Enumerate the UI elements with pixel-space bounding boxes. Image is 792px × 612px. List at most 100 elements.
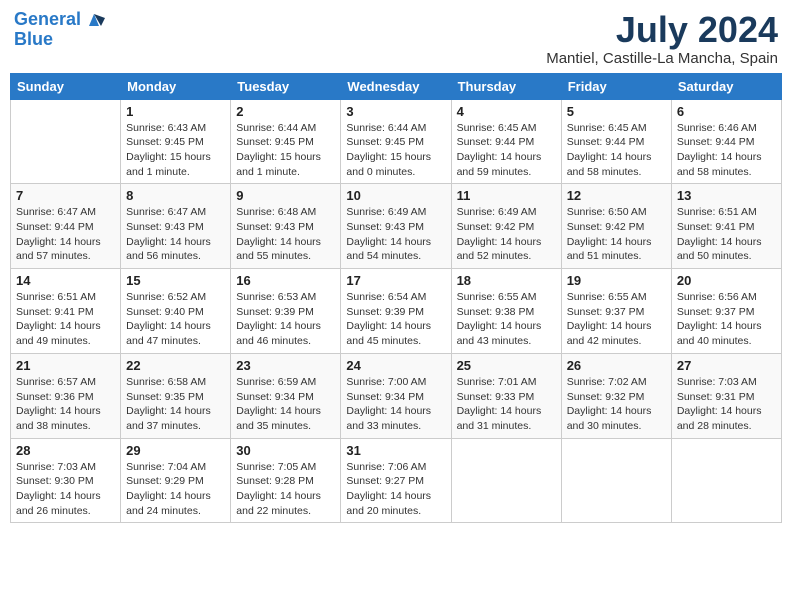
day-number: 20 — [677, 273, 776, 288]
calendar-body: 1 Sunrise: 6:43 AM Sunset: 9:45 PM Daylig… — [11, 99, 782, 523]
calendar-cell: 7Sunrise: 6:47 AM Sunset: 9:44 PM Daylig… — [11, 184, 121, 269]
cell-content: Sunrise: 7:02 AM Sunset: 9:32 PM Dayligh… — [567, 375, 666, 434]
calendar-week-5: 28 Sunrise: 7:03 AM Sunset: 9:30 PM Dayli… — [11, 438, 782, 523]
day-number: 9 — [236, 188, 335, 203]
calendar-cell: 24 Sunrise: 7:00 AM Sunset: 9:34 PM Dayli… — [341, 353, 451, 438]
day-number: 7 — [16, 188, 115, 203]
day-header-saturday: Saturday — [671, 73, 781, 99]
calendar-week-2: 7Sunrise: 6:47 AM Sunset: 9:44 PM Daylig… — [11, 184, 782, 269]
cell-content: Sunrise: 6:54 AM Sunset: 9:39 PM Dayligh… — [346, 290, 445, 349]
calendar-cell: 29 Sunrise: 7:04 AM Sunset: 9:29 PM Dayli… — [121, 438, 231, 523]
cell-content: Sunrise: 7:04 AM Sunset: 9:29 PM Dayligh… — [126, 460, 225, 519]
month-title: July 2024 — [546, 10, 778, 50]
calendar-cell: 20 Sunrise: 6:56 AM Sunset: 9:37 PM Dayli… — [671, 269, 781, 354]
cell-content: Sunrise: 6:49 AM Sunset: 9:43 PM Dayligh… — [346, 205, 445, 264]
day-number: 1 — [126, 104, 225, 119]
day-number: 24 — [346, 358, 445, 373]
calendar-cell: 27 Sunrise: 7:03 AM Sunset: 9:31 PM Dayli… — [671, 353, 781, 438]
day-number: 22 — [126, 358, 225, 373]
logo-blue: Blue — [14, 30, 53, 50]
calendar-cell: 15 Sunrise: 6:52 AM Sunset: 9:40 PM Dayli… — [121, 269, 231, 354]
cell-content: Sunrise: 6:53 AM Sunset: 9:39 PM Dayligh… — [236, 290, 335, 349]
calendar-cell: 6 Sunrise: 6:46 AM Sunset: 9:44 PM Daylig… — [671, 99, 781, 184]
calendar-cell: 5Sunrise: 6:45 AM Sunset: 9:44 PM Daylig… — [561, 99, 671, 184]
cell-content: Sunrise: 6:48 AM Sunset: 9:43 PM Dayligh… — [236, 205, 335, 264]
calendar-cell: 30 Sunrise: 7:05 AM Sunset: 9:28 PM Dayli… — [231, 438, 341, 523]
day-header-wednesday: Wednesday — [341, 73, 451, 99]
calendar-cell: 14Sunrise: 6:51 AM Sunset: 9:41 PM Dayli… — [11, 269, 121, 354]
day-number: 28 — [16, 443, 115, 458]
calendar-cell — [11, 99, 121, 184]
cell-content: Sunrise: 7:03 AM Sunset: 9:31 PM Dayligh… — [677, 375, 776, 434]
day-number: 13 — [677, 188, 776, 203]
day-header-thursday: Thursday — [451, 73, 561, 99]
calendar-cell: 22 Sunrise: 6:58 AM Sunset: 9:35 PM Dayli… — [121, 353, 231, 438]
cell-content: Sunrise: 6:50 AM Sunset: 9:42 PM Dayligh… — [567, 205, 666, 264]
day-number: 4 — [457, 104, 556, 119]
calendar-cell: 16 Sunrise: 6:53 AM Sunset: 9:39 PM Dayli… — [231, 269, 341, 354]
day-number: 23 — [236, 358, 335, 373]
day-number: 31 — [346, 443, 445, 458]
day-number: 8 — [126, 188, 225, 203]
calendar-cell: 9 Sunrise: 6:48 AM Sunset: 9:43 PM Daylig… — [231, 184, 341, 269]
cell-content: Sunrise: 6:43 AM Sunset: 9:45 PM Dayligh… — [126, 121, 225, 180]
day-number: 26 — [567, 358, 666, 373]
day-number: 16 — [236, 273, 335, 288]
calendar-cell: 1 Sunrise: 6:43 AM Sunset: 9:45 PM Daylig… — [121, 99, 231, 184]
day-number: 12 — [567, 188, 666, 203]
logo: General Blue — [14, 10, 105, 50]
cell-content: Sunrise: 6:49 AM Sunset: 9:42 PM Dayligh… — [457, 205, 556, 264]
calendar-cell: 28 Sunrise: 7:03 AM Sunset: 9:30 PM Dayli… — [11, 438, 121, 523]
calendar-header-row: SundayMondayTuesdayWednesdayThursdayFrid… — [11, 73, 782, 99]
page-header: General Blue July 2024 Mantiel, Castille… — [10, 10, 782, 67]
cell-content: Sunrise: 6:51 AM Sunset: 9:41 PM Dayligh… — [16, 290, 115, 349]
day-number: 10 — [346, 188, 445, 203]
day-number: 17 — [346, 273, 445, 288]
day-number: 6 — [677, 104, 776, 119]
day-number: 18 — [457, 273, 556, 288]
logo-icon — [83, 8, 105, 30]
cell-content: Sunrise: 7:01 AM Sunset: 9:33 PM Dayligh… — [457, 375, 556, 434]
cell-content: Sunrise: 7:00 AM Sunset: 9:34 PM Dayligh… — [346, 375, 445, 434]
cell-content: Sunrise: 6:44 AM Sunset: 9:45 PM Dayligh… — [346, 121, 445, 180]
cell-content: Sunrise: 6:59 AM Sunset: 9:34 PM Dayligh… — [236, 375, 335, 434]
calendar-cell: 11Sunrise: 6:49 AM Sunset: 9:42 PM Dayli… — [451, 184, 561, 269]
calendar-cell — [561, 438, 671, 523]
day-number: 21 — [16, 358, 115, 373]
cell-content: Sunrise: 7:03 AM Sunset: 9:30 PM Dayligh… — [16, 460, 115, 519]
cell-content: Sunrise: 6:55 AM Sunset: 9:37 PM Dayligh… — [567, 290, 666, 349]
cell-content: Sunrise: 6:51 AM Sunset: 9:41 PM Dayligh… — [677, 205, 776, 264]
day-header-friday: Friday — [561, 73, 671, 99]
day-number: 29 — [126, 443, 225, 458]
calendar-cell: 31 Sunrise: 7:06 AM Sunset: 9:27 PM Dayli… — [341, 438, 451, 523]
day-number: 5 — [567, 104, 666, 119]
cell-content: Sunrise: 6:46 AM Sunset: 9:44 PM Dayligh… — [677, 121, 776, 180]
calendar-cell: 12 Sunrise: 6:50 AM Sunset: 9:42 PM Dayli… — [561, 184, 671, 269]
cell-content: Sunrise: 6:56 AM Sunset: 9:37 PM Dayligh… — [677, 290, 776, 349]
day-number: 25 — [457, 358, 556, 373]
calendar-cell: 17 Sunrise: 6:54 AM Sunset: 9:39 PM Dayli… — [341, 269, 451, 354]
cell-content: Sunrise: 6:58 AM Sunset: 9:35 PM Dayligh… — [126, 375, 225, 434]
calendar-cell — [671, 438, 781, 523]
day-header-sunday: Sunday — [11, 73, 121, 99]
calendar-cell: 13 Sunrise: 6:51 AM Sunset: 9:41 PM Dayli… — [671, 184, 781, 269]
cell-content: Sunrise: 6:52 AM Sunset: 9:40 PM Dayligh… — [126, 290, 225, 349]
calendar-table: SundayMondayTuesdayWednesdayThursdayFrid… — [10, 73, 782, 524]
day-header-monday: Monday — [121, 73, 231, 99]
calendar-week-1: 1 Sunrise: 6:43 AM Sunset: 9:45 PM Daylig… — [11, 99, 782, 184]
calendar-cell: 10 Sunrise: 6:49 AM Sunset: 9:43 PM Dayli… — [341, 184, 451, 269]
day-number: 27 — [677, 358, 776, 373]
calendar-week-4: 21 Sunrise: 6:57 AM Sunset: 9:36 PM Dayli… — [11, 353, 782, 438]
calendar-cell: 8Sunrise: 6:47 AM Sunset: 9:43 PM Daylig… — [121, 184, 231, 269]
cell-content: Sunrise: 6:55 AM Sunset: 9:38 PM Dayligh… — [457, 290, 556, 349]
cell-content: Sunrise: 7:06 AM Sunset: 9:27 PM Dayligh… — [346, 460, 445, 519]
cell-content: Sunrise: 6:44 AM Sunset: 9:45 PM Dayligh… — [236, 121, 335, 180]
day-number: 15 — [126, 273, 225, 288]
cell-content: Sunrise: 7:05 AM Sunset: 9:28 PM Dayligh… — [236, 460, 335, 519]
calendar-cell: 23 Sunrise: 6:59 AM Sunset: 9:34 PM Dayli… — [231, 353, 341, 438]
title-block: July 2024 Mantiel, Castille-La Mancha, S… — [546, 10, 778, 67]
day-number: 19 — [567, 273, 666, 288]
calendar-cell: 18 Sunrise: 6:55 AM Sunset: 9:38 PM Dayli… — [451, 269, 561, 354]
cell-content: Sunrise: 6:57 AM Sunset: 9:36 PM Dayligh… — [16, 375, 115, 434]
day-number: 30 — [236, 443, 335, 458]
